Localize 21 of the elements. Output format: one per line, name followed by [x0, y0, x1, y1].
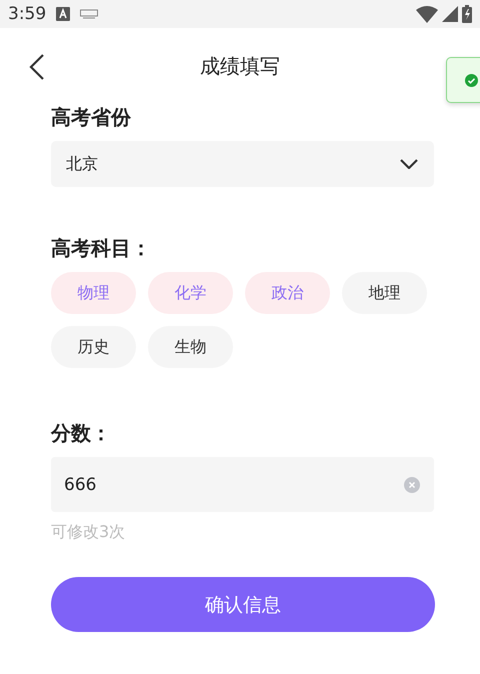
signal-icon	[442, 6, 458, 22]
keyboard-a-icon	[56, 7, 70, 21]
battery-icon	[462, 5, 472, 23]
province-dropdown[interactable]: 北京	[51, 141, 434, 187]
check-circle-icon	[465, 74, 478, 86]
chevron-down-icon	[400, 159, 418, 169]
confirm-button[interactable]: 确认信息	[51, 577, 435, 632]
section-label: 高考科目：	[51, 235, 152, 262]
page-title: 成绩填写	[200, 52, 280, 80]
back-icon[interactable]	[28, 53, 46, 81]
subject-chip[interactable]: 历史	[51, 326, 136, 368]
score-field[interactable]: 666	[51, 457, 434, 512]
status-time: 3:59	[8, 4, 46, 24]
section-label: 高考省份	[51, 104, 132, 131]
dropdown-value: 北京	[66, 154, 99, 174]
wifi-icon	[416, 6, 438, 22]
subject-chip[interactable]: 地理	[342, 272, 427, 314]
keyboard-icon	[80, 9, 98, 19]
section-label: 分数：	[51, 420, 112, 447]
subject-chip[interactable]: 生物	[148, 326, 233, 368]
edit-count-hint: 可修改3次	[51, 522, 126, 543]
